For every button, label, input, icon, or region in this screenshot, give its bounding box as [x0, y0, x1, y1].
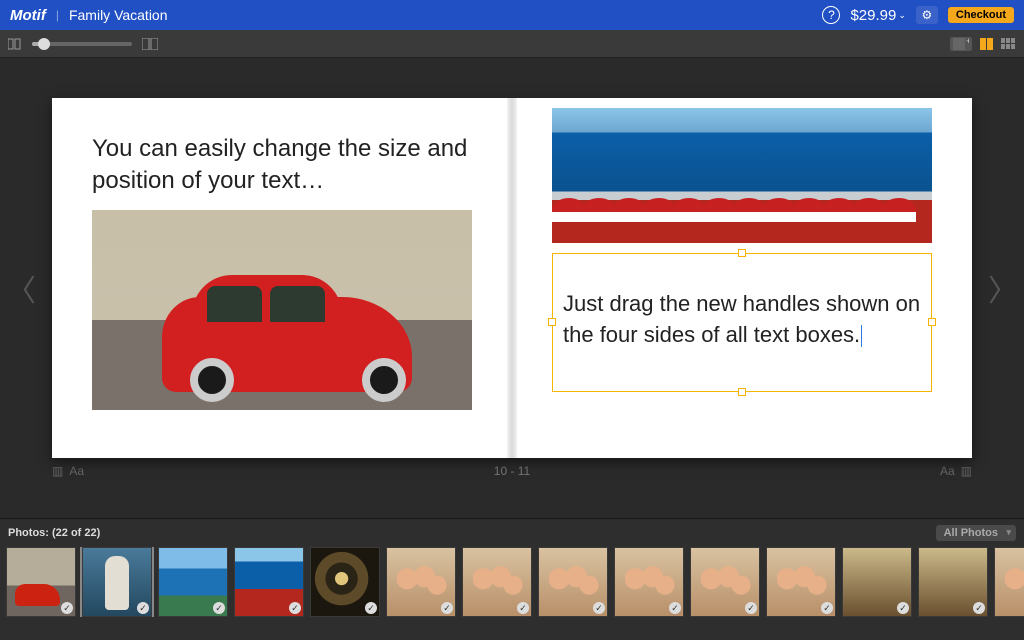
selected-text-box[interactable]: Just drag the new handles shown on the f…	[552, 253, 932, 392]
left-page-text[interactable]: You can easily change the size and posit…	[92, 133, 472, 198]
used-check-icon: ✓	[669, 602, 681, 614]
used-check-icon: ✓	[441, 602, 453, 614]
prev-page-button[interactable]: 〈	[6, 266, 36, 310]
used-check-icon: ✓	[137, 602, 149, 614]
toolbar: +	[0, 30, 1024, 58]
add-page-button[interactable]: +	[950, 37, 972, 51]
page-left[interactable]: You can easily change the size and posit…	[52, 98, 512, 458]
brand-logo: Motif	[10, 7, 46, 24]
used-check-icon: ✓	[61, 602, 73, 614]
checkout-button[interactable]: Checkout	[948, 7, 1014, 23]
layout-left-icon[interactable]: ▥	[52, 464, 63, 478]
right-page-photo[interactable]	[552, 108, 932, 243]
thumbnail[interactable]: ✓	[918, 547, 988, 617]
thumbnail[interactable]: ✓	[462, 547, 532, 617]
font-right-label[interactable]: Aa	[940, 464, 955, 478]
thumbnail[interactable]: ✓	[386, 547, 456, 617]
layout-right-icon[interactable]: ▥	[961, 464, 972, 478]
zoom-view-button[interactable]	[142, 38, 158, 50]
view-spread-button[interactable]	[978, 37, 994, 51]
gear-icon: ⚙	[921, 8, 932, 22]
thumbnail[interactable]: ✓	[6, 547, 76, 617]
resize-handle-top[interactable]	[738, 249, 746, 257]
thumbnail[interactable]: ✓	[690, 547, 760, 617]
photo-count-label: Photos: (22 of 22)	[8, 527, 100, 539]
thumbnail[interactable]: ✓	[82, 547, 152, 617]
view-grid-button[interactable]	[1000, 37, 1016, 51]
used-check-icon: ✓	[517, 602, 529, 614]
grid-icon	[1001, 38, 1015, 49]
used-check-icon: ✓	[289, 602, 301, 614]
photo-filter-select[interactable]: All Photos	[936, 525, 1016, 541]
help-icon[interactable]: ?	[822, 6, 840, 24]
page-indicator: 10 - 11	[84, 464, 940, 478]
spread-icon	[142, 38, 158, 50]
used-check-icon: ✓	[365, 602, 377, 614]
title-separator: |	[56, 8, 59, 22]
thumbnail[interactable]: ✓	[158, 547, 228, 617]
font-left-label[interactable]: Aa	[69, 464, 84, 478]
photo-strip: Photos: (22 of 22) All Photos ✓ ✓ ✓ ✓ ✓ …	[0, 518, 1024, 640]
text-cursor	[861, 325, 862, 347]
used-check-icon: ✓	[973, 602, 985, 614]
text-box-content[interactable]: Just drag the new handles shown on the f…	[563, 291, 920, 347]
used-check-icon: ✓	[821, 602, 833, 614]
thumbnail[interactable]: ✓	[614, 547, 684, 617]
svg-text:+: +	[966, 38, 969, 46]
settings-button[interactable]: ⚙	[916, 6, 938, 24]
zoom-slider[interactable]	[32, 42, 132, 46]
thumbnail[interactable]: ✓	[538, 547, 608, 617]
chevron-down-icon: ⌄	[898, 10, 906, 20]
add-page-icon: +	[953, 38, 969, 50]
next-page-button[interactable]: 〉	[988, 266, 1018, 310]
thumbnail[interactable]: ✓	[234, 547, 304, 617]
resize-handle-bottom[interactable]	[738, 388, 746, 396]
resize-handle-right[interactable]	[928, 318, 936, 326]
resize-handle-left[interactable]	[548, 318, 556, 326]
thumbnail[interactable]: ✓	[766, 547, 836, 617]
book-spread: You can easily change the size and posit…	[52, 98, 972, 458]
page-right[interactable]: Just drag the new handles shown on the f…	[512, 98, 972, 458]
left-page-photo[interactable]	[92, 210, 472, 410]
used-check-icon: ✓	[213, 602, 225, 614]
editor-area: 〈 〉 You can easily change the size and p…	[0, 58, 1024, 518]
zoom-out-button[interactable]	[8, 38, 22, 50]
price-label[interactable]: $29.99⌄	[850, 7, 905, 24]
thumbnail[interactable]: ✓	[994, 547, 1024, 617]
thumbnail[interactable]: ✓	[310, 547, 380, 617]
project-title: Family Vacation	[69, 7, 168, 23]
used-check-icon: ✓	[897, 602, 909, 614]
used-check-icon: ✓	[593, 602, 605, 614]
thumbnail-row[interactable]: ✓ ✓ ✓ ✓ ✓ ✓ ✓ ✓ ✓ ✓ ✓ ✓ ✓ ✓	[0, 547, 1024, 617]
used-check-icon: ✓	[745, 602, 757, 614]
page-footer: ▥ Aa 10 - 11 Aa ▥	[52, 464, 972, 478]
thumbnail[interactable]: ✓	[842, 547, 912, 617]
title-bar: Motif | Family Vacation ? $29.99⌄ ⚙ Chec…	[0, 0, 1024, 30]
page-fit-icon	[8, 38, 22, 50]
